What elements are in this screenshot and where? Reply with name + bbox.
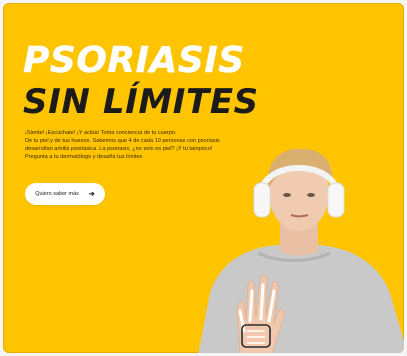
hero-banner: PSORIASIS SIN LÍMITES ¡Siente! ¡Escúchat…: [3, 3, 404, 353]
learn-more-button[interactable]: Quiero saber más ➔: [25, 183, 105, 205]
description-line: ¡Siente! ¡Escúchate! ¡Y actúa! Toma conc…: [25, 130, 177, 136]
hero-title-line2: SIN LÍMITES: [23, 82, 259, 122]
learn-more-label: Quiero saber más: [35, 191, 79, 197]
woman-with-headphones-photo: [198, 148, 404, 353]
hero-title-line1: PSORIASIS: [23, 40, 245, 81]
hero-title: PSORIASIS SIN LÍMITES: [23, 40, 259, 122]
arrow-right-icon: ➔: [88, 190, 95, 198]
